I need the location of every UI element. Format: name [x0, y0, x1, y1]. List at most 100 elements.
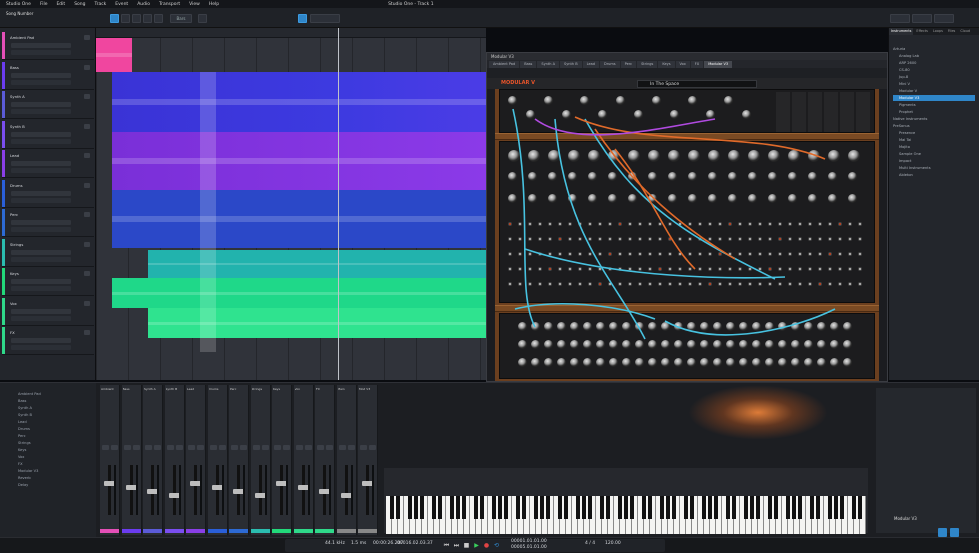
black-key[interactable]	[618, 496, 622, 519]
patch-jack[interactable]	[528, 222, 532, 226]
black-key[interactable]	[546, 496, 550, 519]
patch-jack[interactable]	[648, 282, 652, 286]
patch-jack[interactable]	[838, 252, 842, 256]
synth-knob[interactable]	[583, 340, 592, 349]
volume-fader[interactable]	[280, 465, 283, 515]
mute-button[interactable]	[295, 445, 303, 450]
black-key[interactable]	[666, 496, 670, 519]
patch-jack[interactable]	[638, 237, 642, 241]
synth-knob[interactable]	[557, 322, 566, 331]
synth-knob[interactable]	[687, 322, 696, 331]
synth-knob[interactable]	[609, 358, 618, 367]
paint-tool-button[interactable]	[154, 14, 163, 23]
track-input[interactable]	[11, 50, 71, 55]
patch-jack[interactable]	[668, 237, 672, 241]
mute-button[interactable]	[84, 153, 90, 158]
patch-jack[interactable]	[778, 237, 782, 241]
track-input[interactable]	[11, 256, 71, 262]
browser-item[interactable]: Mai Tai	[893, 137, 975, 143]
plugin-tab[interactable]: Synth B	[560, 61, 582, 68]
plugin-tab[interactable]: Lead	[582, 61, 600, 68]
black-key[interactable]	[672, 496, 676, 519]
mute-button[interactable]	[252, 445, 260, 450]
patch-jack[interactable]	[788, 222, 792, 226]
volume-fader[interactable]	[366, 465, 369, 515]
black-key[interactable]	[582, 496, 586, 519]
black-key[interactable]	[828, 496, 832, 519]
channel-strip[interactable]: Bass	[121, 385, 142, 535]
patch-jack[interactable]	[618, 282, 622, 286]
patch-jack[interactable]	[548, 282, 552, 286]
patch-jack[interactable]	[508, 252, 512, 256]
channel-list-item[interactable]: Perc	[18, 433, 94, 439]
synth-knob[interactable]	[531, 322, 540, 331]
solo-button[interactable]	[261, 445, 269, 450]
project-button[interactable]	[934, 14, 954, 23]
black-key[interactable]	[504, 496, 508, 519]
loop-end[interactable]: 00005.01.01.00	[511, 545, 547, 550]
black-key[interactable]	[420, 496, 424, 519]
follow-button[interactable]	[298, 14, 307, 23]
synth-knob[interactable]	[788, 172, 797, 181]
synth-knob[interactable]	[570, 358, 579, 367]
browser-item[interactable]: Jup-8	[893, 74, 975, 80]
patch-jack[interactable]	[518, 237, 522, 241]
black-key[interactable]	[396, 496, 400, 519]
patch-jack[interactable]	[818, 252, 822, 256]
mute-button[interactable]	[84, 212, 90, 217]
channel-list-item[interactable]: Reverb	[18, 475, 94, 481]
song-button[interactable]	[912, 14, 932, 23]
synth-knob[interactable]	[804, 322, 813, 331]
patch-jack[interactable]	[798, 282, 802, 286]
synth-knob[interactable]	[700, 322, 709, 331]
synth-knob[interactable]	[791, 340, 800, 349]
synth-knob[interactable]	[768, 172, 777, 181]
track-volume[interactable]	[11, 43, 71, 48]
mute-button[interactable]	[123, 445, 131, 450]
channel-strip[interactable]: Lead	[186, 385, 206, 535]
patch-jack[interactable]	[508, 237, 512, 241]
app-menu[interactable]: Studio One	[6, 2, 31, 7]
browser-item[interactable]: Mojito	[893, 144, 975, 150]
patch-jack[interactable]	[758, 237, 762, 241]
synth-knob[interactable]	[817, 322, 826, 331]
patch-jack[interactable]	[668, 267, 672, 271]
patch-jack[interactable]	[608, 252, 612, 256]
patch-jack[interactable]	[808, 237, 812, 241]
browser-item[interactable]: Sample One	[893, 151, 975, 157]
solo-button[interactable]	[154, 445, 161, 450]
patch-jack[interactable]	[518, 252, 522, 256]
patch-jack[interactable]	[838, 222, 842, 226]
mute-button[interactable]	[338, 445, 346, 450]
black-key[interactable]	[498, 496, 502, 519]
black-key[interactable]	[432, 496, 436, 519]
track-volume[interactable]	[11, 102, 71, 107]
black-key[interactable]	[630, 496, 634, 519]
channel-list-item[interactable]: Synth A	[18, 405, 94, 411]
browser-tab[interactable]: Effects	[914, 28, 930, 35]
patch-jack[interactable]	[858, 222, 862, 226]
volume-fader[interactable]	[129, 465, 133, 515]
synth-knob[interactable]	[828, 150, 840, 162]
patch-jack[interactable]	[798, 222, 802, 226]
patch-jack[interactable]	[818, 237, 822, 241]
patch-jack[interactable]	[698, 237, 702, 241]
patch-jack[interactable]	[698, 222, 702, 226]
patch-jack[interactable]	[528, 252, 532, 256]
browser-item[interactable]: Presence	[893, 130, 975, 136]
mute-button[interactable]	[84, 271, 90, 276]
synth-knob[interactable]	[548, 150, 560, 162]
synth-knob[interactable]	[580, 96, 589, 105]
track-header[interactable]: Strings	[2, 238, 94, 267]
channel-list-item[interactable]: Lead	[18, 419, 94, 425]
patch-jack[interactable]	[538, 237, 542, 241]
patch-jack[interactable]	[788, 267, 792, 271]
synth-knob[interactable]	[752, 358, 761, 367]
synth-knob[interactable]	[508, 172, 517, 181]
patch-jack[interactable]	[808, 222, 812, 226]
menu-transport[interactable]: Transport	[159, 2, 180, 7]
synth-knob[interactable]	[808, 150, 820, 162]
synth-knob[interactable]	[557, 358, 566, 367]
solo-button[interactable]	[304, 445, 312, 450]
patch-jack[interactable]	[508, 267, 512, 271]
